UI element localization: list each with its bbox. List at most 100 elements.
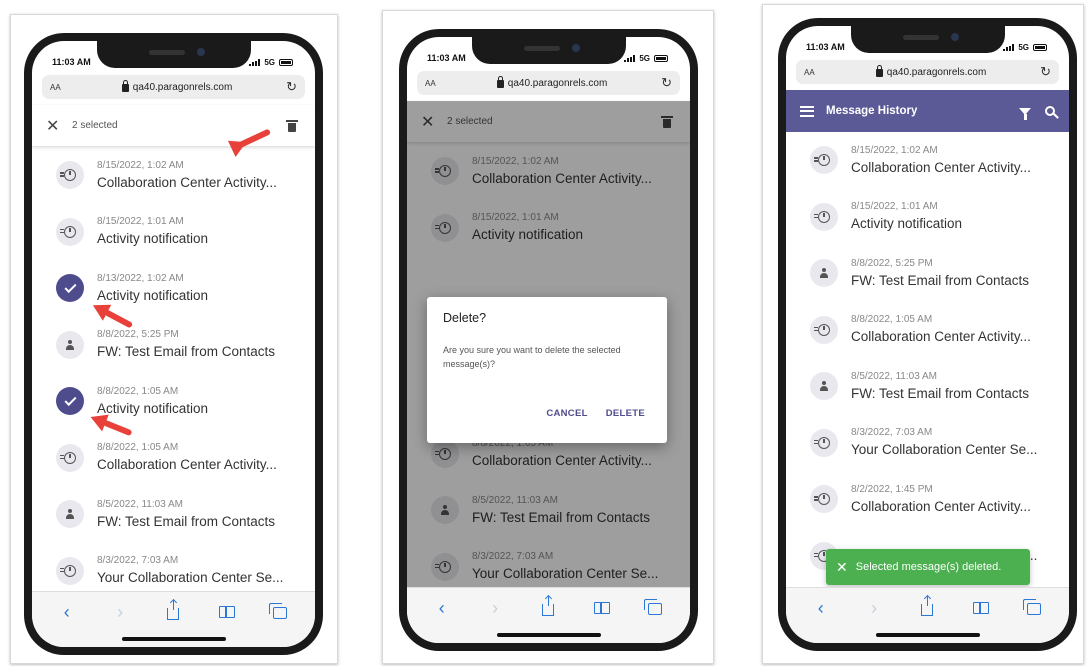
avatar[interactable]	[810, 146, 838, 175]
bookmarks-icon[interactable]	[214, 606, 240, 618]
list-item[interactable]: 8/15/2022, 1:02 AM Collaboration Center A…	[32, 147, 315, 204]
list-item[interactable]: 8/15/2022, 1:02 AM Collaboration Center A…	[786, 132, 1069, 189]
list-item[interactable]: 8/8/2022, 1:05 AM Activity notification	[32, 373, 315, 430]
message-list: 8/15/2022, 1:02 AM Collaboration Center A…	[786, 132, 1069, 587]
list-item[interactable]: 8/3/2022, 7:03 AM Your Collaboration Cent…	[786, 415, 1069, 472]
forward-icon[interactable]: ›	[482, 598, 508, 619]
list-item[interactable]: 8/8/2022, 5:25 PM FW: Test Email from Con…	[786, 245, 1069, 302]
share-icon[interactable]	[160, 600, 186, 620]
phone-2-screen: 11:03 AM 5G AA qa40.paragonrels.com ↻ ✕ …	[407, 37, 690, 643]
message-list: 8/15/2022, 1:02 AM Collaboration Center A…	[32, 147, 315, 591]
avatar[interactable]	[810, 428, 838, 457]
list-item[interactable]: 8/5/2022, 11:03 AM FW: Test Email from Co…	[786, 358, 1069, 415]
check-icon	[63, 393, 77, 406]
url-text: qa40.paragonrels.com	[886, 66, 987, 78]
lock-icon	[875, 65, 883, 77]
list-item[interactable]: 8/2/2022, 1:45 PM Collaboration Center Ac…	[786, 471, 1069, 528]
timer-icon	[60, 564, 76, 577]
avatar[interactable]	[810, 315, 838, 344]
back-icon[interactable]: ‹	[808, 598, 834, 619]
message-subject: FW: Test Email from Contacts	[851, 272, 1030, 288]
avatar[interactable]	[56, 387, 84, 416]
url-bar[interactable]: AA qa40.paragonrels.com ↻	[417, 71, 680, 95]
avatar[interactable]	[56, 556, 84, 585]
filter-icon[interactable]	[1019, 107, 1031, 120]
delete-button[interactable]: DELETE	[606, 408, 645, 419]
trash-icon[interactable]	[286, 119, 298, 132]
list-item[interactable]: 8/3/2022, 7:03 AM Your Collaboration Cent…	[32, 543, 315, 592]
lock-icon	[496, 76, 504, 88]
safari-toolbar: ‹ ›	[786, 587, 1069, 643]
menu-icon[interactable]	[800, 105, 814, 117]
forward-icon[interactable]: ›	[861, 598, 887, 619]
signal-icon	[1003, 43, 1015, 51]
bookmarks-icon[interactable]	[589, 602, 615, 614]
avatar[interactable]	[810, 202, 838, 231]
message-date: 8/15/2022, 1:02 AM	[851, 144, 938, 156]
list-item[interactable]: 8/13/2022, 1:02 AM Activity notification	[32, 260, 315, 317]
safari-toolbar: ‹ ›	[32, 591, 315, 647]
message-subject: FW: Test Email from Contacts	[97, 344, 276, 360]
reload-icon[interactable]: ↻	[661, 75, 672, 91]
timer-icon	[60, 169, 76, 182]
avatar[interactable]	[810, 259, 838, 288]
timer-icon	[814, 154, 830, 167]
list-item[interactable]: 8/5/2022, 11:03 AM FW: Test Email from Co…	[32, 486, 315, 543]
bookmarks-icon[interactable]	[968, 602, 994, 614]
list-item[interactable]: 8/8/2022, 1:05 AM Collaboration Center Ac…	[786, 302, 1069, 359]
status-time: 11:03 AM	[427, 53, 466, 63]
avatar[interactable]	[56, 217, 84, 246]
signal-icon	[624, 54, 636, 62]
reload-icon[interactable]: ↻	[1040, 64, 1051, 80]
url-bar[interactable]: AA qa40.paragonrels.com ↻	[42, 75, 305, 99]
avatar[interactable]	[810, 485, 838, 514]
battery-icon	[1033, 43, 1047, 51]
person-icon	[65, 339, 75, 350]
message-date: 8/15/2022, 1:01 AM	[97, 216, 184, 228]
message-subject: Your Collaboration Center Se...	[97, 570, 284, 586]
avatar[interactable]	[810, 372, 838, 401]
message-subject: FW: Test Email from Contacts	[97, 513, 276, 529]
timer-icon	[60, 451, 76, 464]
toast-message: Selected message(s) deleted.	[855, 561, 1002, 573]
tabs-icon[interactable]	[642, 599, 668, 615]
forward-icon[interactable]: ›	[107, 602, 133, 623]
timer-icon	[814, 436, 830, 449]
reader-aa-button[interactable]: AA	[804, 68, 834, 77]
cancel-button[interactable]: CANCEL	[546, 408, 587, 419]
network-label: 5G	[264, 57, 275, 67]
list-item[interactable]: 8/15/2022, 1:01 AM Activity notification	[786, 189, 1069, 246]
notch	[96, 41, 251, 68]
avatar[interactable]	[56, 330, 84, 359]
message-date: 8/8/2022, 1:05 AM	[851, 314, 933, 326]
message-date: 8/8/2022, 1:05 AM	[97, 442, 179, 454]
close-selection-icon[interactable]: ✕	[46, 116, 72, 136]
list-item[interactable]: 8/8/2022, 5:25 PM FW: Test Email from Con…	[32, 317, 315, 374]
avatar[interactable]	[56, 500, 84, 529]
back-icon[interactable]: ‹	[429, 598, 455, 619]
reader-aa-button[interactable]: AA	[50, 83, 80, 92]
list-item[interactable]: 8/8/2022, 1:05 AM Collaboration Center Ac…	[32, 430, 315, 487]
avatar[interactable]	[56, 161, 84, 190]
message-subject: Collaboration Center Activity...	[851, 159, 1031, 175]
url-text: qa40.paragonrels.com	[507, 77, 608, 89]
home-indicator	[496, 633, 601, 637]
reload-icon[interactable]: ↻	[286, 79, 297, 95]
share-icon[interactable]	[914, 596, 940, 616]
tabs-icon[interactable]	[1021, 599, 1047, 615]
back-icon[interactable]: ‹	[54, 602, 80, 623]
phone-1-screen: 11:03 AM 5G AA qa40.paragonrels.com ↻ ✕ …	[32, 41, 315, 647]
close-toast-icon[interactable]: ✕	[836, 559, 848, 576]
reader-aa-button[interactable]: AA	[425, 79, 455, 88]
tabs-icon[interactable]	[267, 603, 293, 619]
avatar[interactable]	[56, 443, 84, 472]
avatar[interactable]	[56, 274, 84, 303]
message-date: 8/3/2022, 7:03 AM	[851, 427, 933, 439]
search-icon[interactable]	[1045, 106, 1055, 116]
app-header: Message History	[786, 90, 1069, 132]
notch	[471, 37, 626, 64]
lock-icon	[121, 80, 129, 92]
share-icon[interactable]	[535, 596, 561, 616]
url-bar[interactable]: AA qa40.paragonrels.com ↻	[796, 60, 1059, 84]
list-item[interactable]: 8/15/2022, 1:01 AM Activity notification	[32, 204, 315, 261]
